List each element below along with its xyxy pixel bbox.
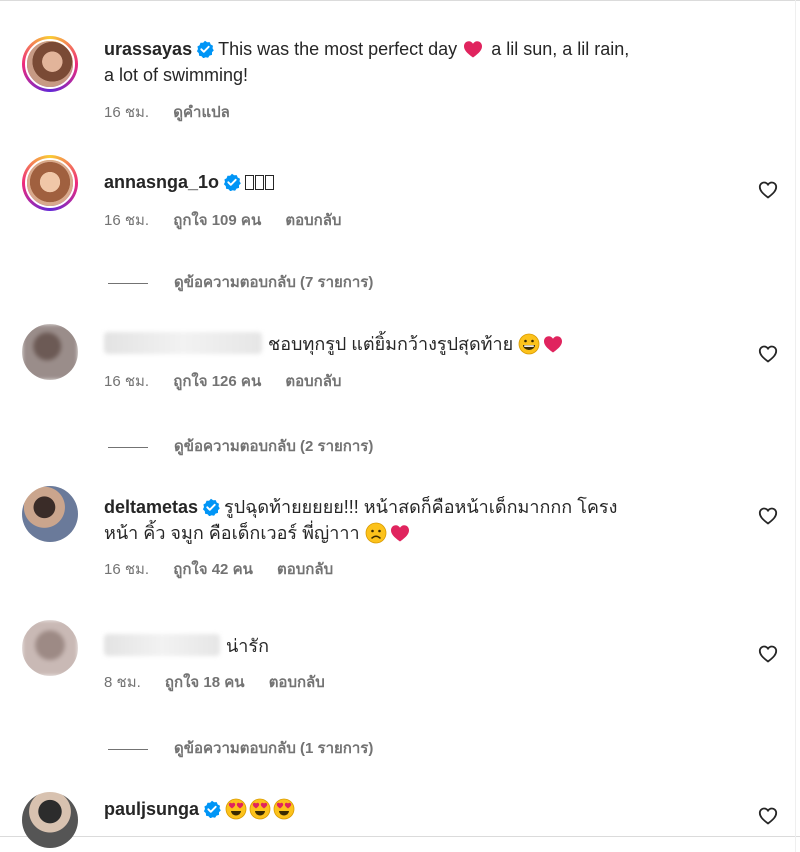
heart-outline-icon[interactable]	[758, 644, 778, 664]
comment-time[interactable]: 16 ชม.	[104, 104, 149, 121]
username[interactable]: urassayas	[104, 39, 192, 59]
likes-count[interactable]: ถูกใจ 42 คน	[173, 561, 253, 578]
likes-count[interactable]: ถูกใจ 109 คน	[173, 212, 261, 229]
red-heart-emoji-icon	[464, 41, 483, 58]
verified-icon	[202, 498, 221, 516]
top-divider	[0, 0, 800, 1]
tofu-glyph-icon	[265, 175, 275, 190]
tofu-glyph-icon	[255, 175, 265, 190]
avatar[interactable]	[22, 36, 78, 92]
username[interactable]: annasnga_1o	[104, 172, 219, 192]
reply-button[interactable]: ตอบกลับ	[269, 674, 325, 691]
comment-text: deltametas รูปฉุดท้ายยยยย!!! หน้าสดก็คือห…	[104, 497, 618, 517]
view-replies-button[interactable]: ดูข้อความตอบกลับ (1 รายการ)	[108, 736, 373, 760]
avatar[interactable]	[22, 792, 78, 848]
avatar[interactable]	[22, 620, 78, 676]
likes-count[interactable]: ถูกใจ 18 คน	[165, 674, 245, 691]
comment-text: pauljsunga	[104, 796, 754, 822]
comment-time[interactable]: 8 ชม.	[104, 674, 141, 691]
comment-meta: 8 ชม. ถูกใจ 18 คน ตอบกลับ	[104, 673, 754, 693]
verified-icon	[223, 173, 242, 191]
comment-text: annasnga_1o	[104, 169, 754, 195]
tofu-glyph-icon	[245, 175, 255, 190]
see-translation-button[interactable]: ดูคำแปล	[173, 104, 230, 121]
heart-outline-icon[interactable]	[758, 506, 778, 526]
reply-button[interactable]: ตอบกลับ	[285, 373, 341, 390]
comment-text: ชอบทุกรูป แต่ยิ้มกว้างรูปสุดท้าย	[104, 331, 754, 357]
heart-eyes-emoji-icon	[273, 798, 295, 820]
comment-meta: 16 ชม. ถูกใจ 109 คน ตอบกลับ	[104, 211, 754, 231]
reply-button[interactable]: ตอบกลับ	[277, 561, 333, 578]
avatar[interactable]	[22, 155, 78, 211]
comment-text: น่ารัก	[104, 633, 754, 659]
avatar[interactable]	[22, 324, 78, 380]
comment-meta: 16 ชม. ถูกใจ 42 คน ตอบกลับ	[104, 560, 754, 580]
view-replies-button[interactable]: ดูข้อความตอบกลับ (2 รายการ)	[108, 434, 373, 458]
heart-outline-icon[interactable]	[758, 806, 778, 826]
red-heart-emoji-icon	[544, 336, 563, 353]
comment-time[interactable]: 16 ชม.	[104, 212, 149, 229]
divider-line	[108, 446, 148, 448]
blurred-username[interactable]	[104, 332, 262, 354]
heart-outline-icon[interactable]	[758, 180, 778, 200]
avatar[interactable]	[22, 486, 78, 542]
right-edge	[795, 0, 796, 852]
username[interactable]: deltametas	[104, 497, 198, 517]
verified-icon	[196, 40, 215, 58]
comment-text-line2: หน้า คิ้ว จมูก คือเด็กเวอร์ พี่ญ่าาา	[104, 520, 754, 546]
sad-face-emoji-icon	[364, 522, 387, 544]
grinning-emoji-icon	[518, 333, 540, 355]
comment-time[interactable]: 16 ชม.	[104, 373, 149, 390]
heart-eyes-emoji-icon	[225, 798, 247, 820]
blurred-username[interactable]	[104, 634, 220, 656]
likes-count[interactable]: ถูกใจ 126 คน	[173, 373, 261, 390]
divider-line	[108, 748, 148, 750]
bottom-divider	[0, 836, 800, 837]
reply-button[interactable]: ตอบกลับ	[285, 212, 341, 229]
divider-line	[108, 282, 148, 284]
comment-text-line2: a lot of swimming!	[104, 65, 249, 85]
heart-eyes-emoji-icon	[249, 798, 271, 820]
view-replies-button[interactable]: ดูข้อความตอบกลับ (7 รายการ)	[108, 270, 373, 294]
comment-meta: 16 ชม. ถูกใจ 126 คน ตอบกลับ	[104, 372, 754, 392]
comment-time[interactable]: 16 ชม.	[104, 561, 149, 578]
username[interactable]: pauljsunga	[104, 799, 199, 819]
verified-icon	[203, 800, 222, 818]
comment-meta: 16 ชม. ดูคำแปล	[104, 103, 754, 123]
red-heart-emoji-icon	[390, 525, 409, 542]
heart-outline-icon[interactable]	[758, 344, 778, 364]
comment-text: urassayas This was the most perfect day a…	[104, 39, 630, 59]
